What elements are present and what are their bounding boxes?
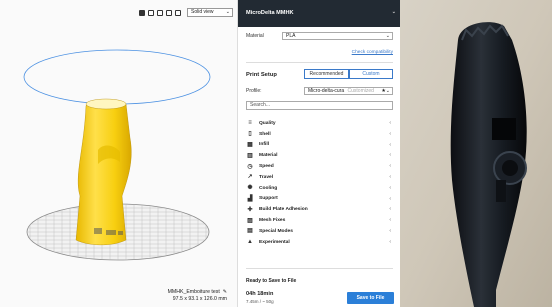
- category-label: Quality: [259, 120, 276, 126]
- model-info: MMHK_Emboiture test ✎ 97.5 x 93.1 x 126.0…: [168, 289, 227, 303]
- mesh-fixes-icon: ▨: [247, 217, 253, 224]
- settings-search-input[interactable]: Search...: [246, 101, 393, 110]
- settings-category-experimental[interactable]: ▲ Experimental ‹: [246, 237, 393, 248]
- special-modes-icon: ▤: [247, 228, 253, 235]
- category-label: Speed: [259, 164, 274, 170]
- chevron-left-icon: ‹: [389, 120, 391, 126]
- quality-icon: ≡: [248, 120, 252, 127]
- category-label: Material: [259, 153, 278, 159]
- view-toolbar: Solid view ⌄: [139, 8, 233, 17]
- view-mode-select[interactable]: Solid view ⌄: [187, 8, 233, 17]
- profile-suffix: Customized: [347, 88, 374, 94]
- chevron-left-icon: ‹: [389, 184, 391, 191]
- settings-category-material[interactable]: ▥ Material ‹: [246, 150, 393, 161]
- chevron-left-icon: ‹: [389, 163, 391, 170]
- chevron-left-icon: ‹: [389, 227, 391, 234]
- settings-category-cooling[interactable]: ✺ Cooling ‹: [246, 183, 393, 194]
- chevron-left-icon: ‹: [389, 206, 391, 213]
- chevron-left-icon: ‹: [389, 195, 391, 202]
- view-mode-value: Solid view: [191, 9, 214, 15]
- category-label: Infill: [259, 142, 270, 148]
- check-compatibility-link[interactable]: Check compatibility: [352, 50, 393, 55]
- infill-icon: ▦: [247, 141, 253, 148]
- category-label: Build Plate Adhesion: [259, 207, 308, 213]
- tab-custom[interactable]: Custom: [349, 69, 393, 79]
- chevron-left-icon: ‹: [389, 130, 391, 137]
- viewport-3d[interactable]: Solid view ⌄ MMHK_Emboiture test ✎ 97.5 x…: [0, 0, 237, 307]
- profile-value: Micro-delta-cura: [308, 88, 345, 94]
- settings-category-infill[interactable]: ▦ Infill ‹: [246, 140, 393, 151]
- chevron-down-icon: ⌄: [391, 9, 396, 15]
- model-dimensions: 97.5 x 93.1 x 126.0 mm: [172, 296, 227, 302]
- divider: [246, 62, 393, 63]
- printed-part-photo: [400, 0, 552, 307]
- settings-category-build-plate-adhesion[interactable]: ✚ Build Plate Adhesion ‹: [246, 204, 393, 215]
- print-settings-panel: MicroDelta MMHK ⌄ Material PLA ⌄ Check c…: [237, 0, 400, 307]
- chevron-down-icon: ⌄: [225, 9, 230, 15]
- material-icon: ▥: [247, 152, 253, 159]
- chevron-left-icon: ‹: [389, 217, 391, 224]
- chevron-left-icon: ‹: [389, 173, 391, 180]
- chevron-left-icon: ‹: [389, 152, 391, 159]
- divider: [246, 268, 393, 269]
- ready-status: Ready to Save to File: [246, 278, 297, 284]
- chevron-down-icon: ⌄: [385, 33, 390, 39]
- front-view-icon[interactable]: [148, 9, 154, 16]
- printer-name: MicroDelta MMHK: [246, 10, 294, 16]
- settings-categories: ≡ Quality ‹ ▯ Shell ‹ ▦ Infill ‹ ▥ Material ‹ ◷ Speed…: [246, 118, 393, 248]
- model-name: MMHK_Emboiture test: [167, 289, 220, 295]
- setup-tabs: Recommended Custom: [304, 69, 393, 79]
- settings-category-travel[interactable]: ↗ Travel ‹: [246, 172, 393, 183]
- category-label: Cooling: [259, 185, 278, 191]
- settings-category-shell[interactable]: ▯ Shell ‹: [246, 129, 393, 140]
- speed-icon: ◷: [247, 163, 253, 170]
- settings-category-quality[interactable]: ≡ Quality ‹: [246, 118, 393, 129]
- chevron-left-icon: ‹: [389, 141, 391, 148]
- material-select[interactable]: PLA ⌄: [282, 32, 393, 40]
- tab-recommended[interactable]: Recommended: [304, 69, 349, 79]
- right-view-icon[interactable]: [175, 9, 181, 16]
- category-label: Support: [259, 196, 278, 202]
- left-view-icon[interactable]: [166, 9, 172, 16]
- settings-category-mesh-fixes[interactable]: ▨ Mesh Fixes ‹: [246, 215, 393, 226]
- support-icon: ▟: [247, 195, 253, 202]
- category-label: Special Modes: [259, 228, 293, 234]
- model-object[interactable]: [75, 98, 132, 246]
- shell-icon: ▯: [248, 131, 252, 138]
- build-scene[interactable]: [0, 0, 237, 307]
- build-volume-outline: [23, 49, 211, 105]
- material-label: Material: [246, 33, 264, 39]
- profile-label: Profile:: [246, 88, 262, 94]
- profile-select[interactable]: Micro-delta-cura Customized ★⌄: [304, 87, 393, 95]
- edit-pencil-icon[interactable]: ✎: [223, 289, 227, 296]
- settings-category-support[interactable]: ▟ Support ‹: [246, 194, 393, 205]
- category-label: Experimental: [259, 239, 290, 245]
- cooling-icon: ✺: [247, 185, 253, 192]
- category-label: Mesh Fixes: [259, 218, 286, 224]
- chevron-left-icon: ‹: [389, 238, 391, 245]
- star-icon[interactable]: ★⌄: [381, 88, 390, 94]
- material-usage: 7.45m / ~ 50g: [246, 299, 274, 304]
- category-label: Shell: [259, 131, 271, 137]
- 3d-view-icon[interactable]: [139, 9, 145, 16]
- settings-category-speed[interactable]: ◷ Speed ‹: [246, 161, 393, 172]
- travel-icon: ↗: [247, 174, 253, 181]
- printer-selector[interactable]: MicroDelta MMHK ⌄: [238, 0, 400, 27]
- material-value: PLA: [286, 33, 296, 39]
- settings-category-special-modes[interactable]: ▤ Special Modes ‹: [246, 226, 393, 237]
- save-to-file-button[interactable]: Save to File: [347, 292, 394, 304]
- top-view-icon[interactable]: [157, 9, 163, 16]
- experimental-icon: ▲: [247, 239, 253, 246]
- print-setup-title: Print Setup: [246, 72, 277, 78]
- print-time: 04h 18min: [246, 291, 274, 297]
- category-label: Travel: [259, 174, 274, 180]
- adhesion-icon: ✚: [247, 206, 253, 213]
